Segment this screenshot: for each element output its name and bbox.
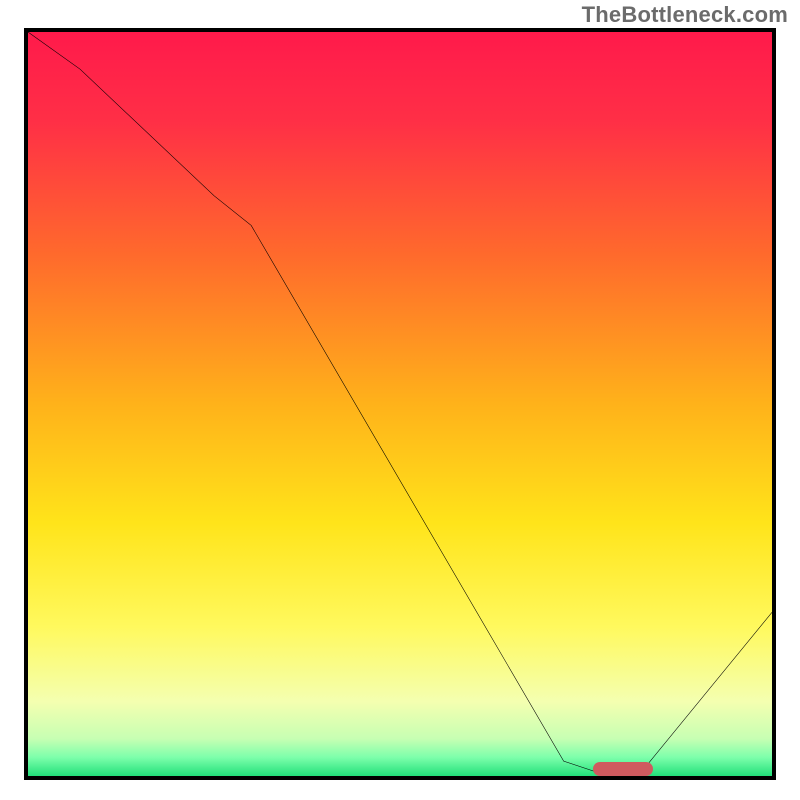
chart-container: TheBottleneck.com	[0, 0, 800, 800]
watermark-text: TheBottleneck.com	[582, 2, 788, 28]
optimal-marker	[593, 762, 653, 776]
bottleneck-curve	[28, 32, 772, 776]
plot-area	[24, 28, 776, 780]
